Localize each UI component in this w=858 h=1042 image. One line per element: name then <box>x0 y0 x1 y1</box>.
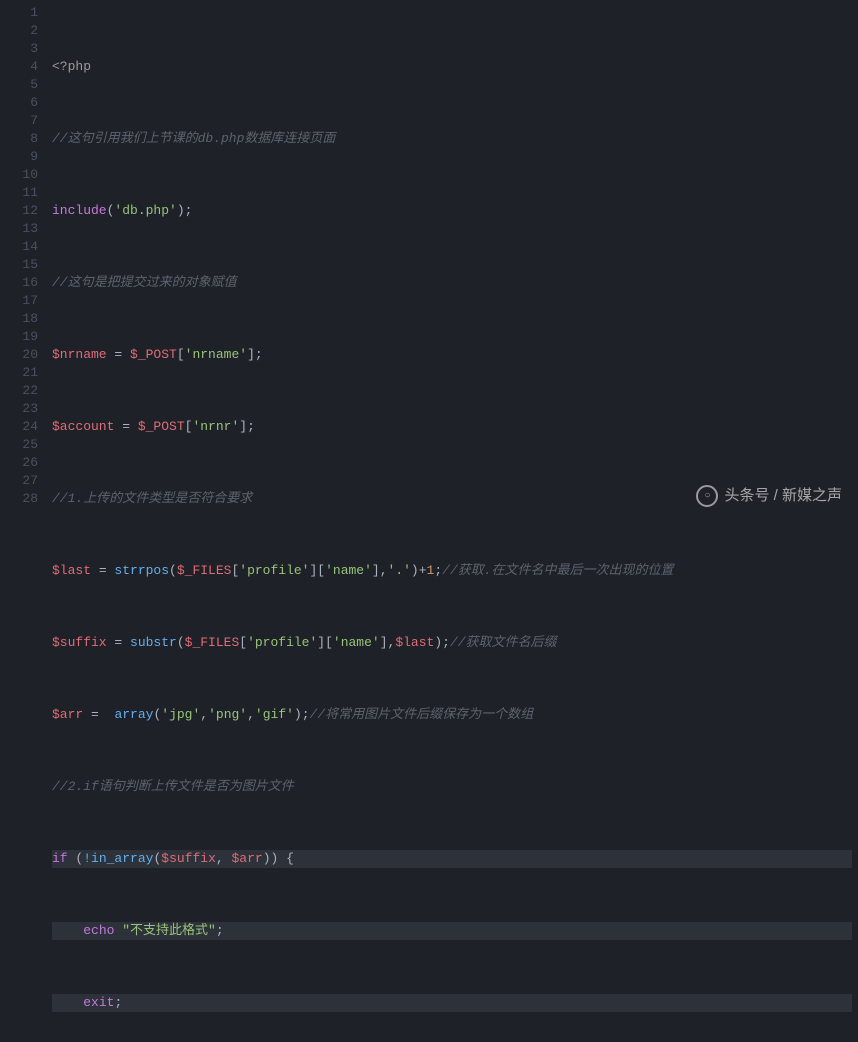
comment: //2.if语句判断上传文件是否为图片文件 <box>52 779 294 794</box>
line-number: 20 <box>0 346 38 364</box>
code-line: //这句是把提交过来的对象赋值 <box>52 274 852 292</box>
line-number: 3 <box>0 40 38 58</box>
line-number: 22 <box>0 382 38 400</box>
line-number: 9 <box>0 148 38 166</box>
line-number: 25 <box>0 436 38 454</box>
line-number: 1 <box>0 4 38 22</box>
code-line: include('db.php'); <box>52 202 852 220</box>
code-line: exit; <box>52 994 852 1012</box>
line-number: 27 <box>0 472 38 490</box>
code-line: $last = strrpos($_FILES['profile']['name… <box>52 562 852 580</box>
line-number: 24 <box>0 418 38 436</box>
line-number: 15 <box>0 256 38 274</box>
line-number: 26 <box>0 454 38 472</box>
line-number: 23 <box>0 400 38 418</box>
code-line: <?php <box>52 58 852 76</box>
code-line: if (!in_array($suffix, $arr)) { <box>52 850 852 868</box>
line-number: 5 <box>0 76 38 94</box>
line-number: 8 <box>0 130 38 148</box>
line-number: 18 <box>0 310 38 328</box>
line-number: 13 <box>0 220 38 238</box>
line-number: 21 <box>0 364 38 382</box>
line-gutter: 1234567891011121314151617181920212223242… <box>0 4 52 1042</box>
line-number: 7 <box>0 112 38 130</box>
line-number: 6 <box>0 94 38 112</box>
include-keyword: include <box>52 203 107 218</box>
line-number: 4 <box>0 58 38 76</box>
code-line: echo "不支持此格式"; <box>52 922 852 940</box>
code-editor: 1234567891011121314151617181920212223242… <box>0 0 858 1042</box>
line-number: 16 <box>0 274 38 292</box>
line-number: 14 <box>0 238 38 256</box>
line-number: 19 <box>0 328 38 346</box>
line-number: 28 <box>0 490 38 508</box>
comment: //这句引用我们上节课的db.php数据库连接页面 <box>52 131 335 146</box>
code-line: //1.上传的文件类型是否符合要求 <box>52 490 852 508</box>
code-area: <?php //这句引用我们上节课的db.php数据库连接页面 include(… <box>52 4 858 1042</box>
line-number: 11 <box>0 184 38 202</box>
code-line: //这句引用我们上节课的db.php数据库连接页面 <box>52 130 852 148</box>
code-line: $suffix = substr($_FILES['profile']['nam… <box>52 634 852 652</box>
php-open-tag: <?php <box>52 59 91 74</box>
line-number: 17 <box>0 292 38 310</box>
line-number: 2 <box>0 22 38 40</box>
line-number: 10 <box>0 166 38 184</box>
code-line: $nrname = $_POST['nrname']; <box>52 346 852 364</box>
comment: //1.上传的文件类型是否符合要求 <box>52 491 252 506</box>
comment: //这句是把提交过来的对象赋值 <box>52 275 237 290</box>
code-line: $arr = array('jpg','png','gif');//将常用图片文… <box>52 706 852 724</box>
line-number: 12 <box>0 202 38 220</box>
code-line: //2.if语句判断上传文件是否为图片文件 <box>52 778 852 796</box>
code-line: $account = $_POST['nrnr']; <box>52 418 852 436</box>
